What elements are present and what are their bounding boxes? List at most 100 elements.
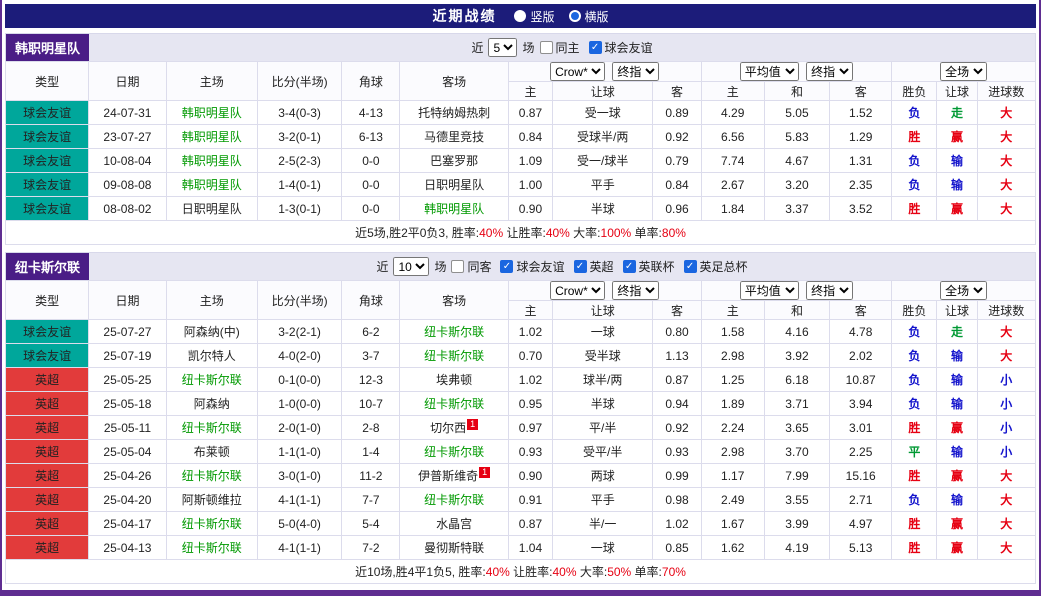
summary-segment: 近10场,胜4平1负5, 胜率: [355,565,486,579]
handicap-odds-away: 0.89 [653,101,701,125]
avg-odds-home: 6.56 [701,125,764,149]
match-score: 1-4(0-1) [257,173,341,197]
home-team[interactable]: 阿森纳(中) [166,320,257,344]
col-header-date: 日期 [89,62,166,101]
section-header: 纽卡斯尔联 近 10 场 同客✓球会友谊✓英超✓英联杯✓英足总杯 [5,252,1036,280]
scope-select[interactable]: 全场 [940,62,987,81]
home-team[interactable]: 韩职明星队 [166,173,257,197]
corners: 7-7 [342,488,400,512]
home-team[interactable]: 纽卡斯尔联 [166,416,257,440]
odds-time-select[interactable]: 终指 [612,281,659,300]
filter-checkbox[interactable]: ✓英足总杯 [684,258,748,275]
filter-checkbox[interactable]: ✓球会友谊 [589,39,653,56]
odds-source-select[interactable]: Crow* [550,281,605,300]
away-team[interactable]: 巴塞罗那 [400,149,508,173]
away-team[interactable]: 水晶宫 [400,512,508,536]
handicap-odds-away: 0.84 [653,173,701,197]
handicap-line: 球半/两 [553,368,653,392]
handicap-line: 平手 [553,173,653,197]
summary-segment: 100% [601,226,632,240]
away-team[interactable]: 伊普斯维奇1 [400,464,508,488]
home-team[interactable]: 纽卡斯尔联 [166,536,257,560]
avg-odds-draw: 3.37 [764,197,829,221]
away-team[interactable]: 托特纳姆热刺 [400,101,508,125]
handicap-odds-home: 1.04 [508,536,552,560]
handicap-result-cell: 赢 [937,464,977,488]
checkbox-icon[interactable] [451,260,464,273]
summary-text: 近10场,胜4平1负5, 胜率:40% 让胜率:40% 大率:50% 单率:70… [6,560,1036,584]
home-team[interactable]: 布莱顿 [166,440,257,464]
away-team[interactable]: 切尔西1 [400,416,508,440]
handicap-odds-away: 0.96 [653,197,701,221]
handicap-line: 受球半/两 [553,125,653,149]
title-bar: 近期战绩 竖版 横版 [5,4,1036,28]
checkbox-icon[interactable]: ✓ [574,260,587,273]
handicap-odds-home: 1.09 [508,149,552,173]
handicap-result-cell: 走 [937,320,977,344]
result-cell: 胜 [892,416,937,440]
home-team[interactable]: 凯尔特人 [166,344,257,368]
match-type-badge: 英超 [6,464,89,488]
odds-source-select[interactable]: Crow* [550,62,605,81]
summary-segment: 70% [662,565,686,579]
home-team[interactable]: 纽卡斯尔联 [166,368,257,392]
home-team[interactable]: 韩职明星队 [166,149,257,173]
match-count-select[interactable]: 10 [393,257,429,276]
filter-checkbox[interactable]: ✓英超 [574,258,614,275]
goals-result-cell: 小 [977,392,1035,416]
checkbox-icon[interactable]: ✓ [684,260,697,273]
corners: 2-8 [342,416,400,440]
results-table: 类型 日期 主场 比分(半场) 角球 客场 Crow* 终指 平均值 终指 [5,61,1036,245]
home-team[interactable]: 纽卡斯尔联 [166,512,257,536]
radio-checked-icon[interactable] [569,10,581,22]
view-option-horizontal[interactable]: 横版 [569,8,609,25]
summary-segment: 大率: [570,226,601,240]
away-team[interactable]: 埃弗顿 [400,368,508,392]
goals-result-cell: 大 [977,512,1035,536]
radio-unchecked-icon[interactable] [514,10,526,22]
handicap-line: 一球 [553,536,653,560]
avg-odds-home: 1.58 [701,320,764,344]
checkbox-icon[interactable]: ✓ [500,260,513,273]
away-team[interactable]: 纽卡斯尔联 [400,440,508,464]
home-team[interactable]: 阿森纳 [166,392,257,416]
match-date: 25-07-19 [89,344,166,368]
away-team[interactable]: 纽卡斯尔联 [400,488,508,512]
col-header-odds-away: 客 [653,301,701,320]
away-team[interactable]: 日职明星队 [400,173,508,197]
match-count-select[interactable]: 5 [488,38,517,57]
checkbox-label: 英联杯 [639,258,675,275]
home-team[interactable]: 日职明星队 [166,197,257,221]
avg-source-select[interactable]: 平均值 [740,62,799,81]
filter-checkbox[interactable]: 同客 [451,258,491,275]
avg-odds-draw: 4.16 [764,320,829,344]
filter-checkbox[interactable]: 同主 [540,39,580,56]
match-date: 25-04-13 [89,536,166,560]
home-team[interactable]: 纽卡斯尔联 [166,464,257,488]
away-team[interactable]: 韩职明星队 [400,197,508,221]
avg-odds-away: 2.02 [830,344,892,368]
view-option-vertical[interactable]: 竖版 [514,8,554,25]
team-section: 纽卡斯尔联 近 10 场 同客✓球会友谊✓英超✓英联杯✓英足总杯 类型 日期 主… [5,252,1036,584]
avg-time-select[interactable]: 终指 [806,62,853,81]
avg-odds-away: 1.29 [830,125,892,149]
odds-time-select[interactable]: 终指 [612,62,659,81]
home-team[interactable]: 阿斯顿维拉 [166,488,257,512]
goals-result-cell: 大 [977,197,1035,221]
filter-checkbox[interactable]: ✓球会友谊 [500,258,564,275]
scope-select[interactable]: 全场 [940,281,987,300]
home-team[interactable]: 韩职明星队 [166,125,257,149]
away-team[interactable]: 纽卡斯尔联 [400,320,508,344]
checkbox-icon[interactable]: ✓ [589,41,602,54]
checkbox-icon[interactable]: ✓ [623,260,636,273]
match-date: 25-05-04 [89,440,166,464]
filter-checkbox[interactable]: ✓英联杯 [623,258,675,275]
away-team[interactable]: 纽卡斯尔联 [400,344,508,368]
avg-time-select[interactable]: 终指 [806,281,853,300]
avg-source-select[interactable]: 平均值 [740,281,799,300]
checkbox-icon[interactable] [540,41,553,54]
home-team[interactable]: 韩职明星队 [166,101,257,125]
away-team[interactable]: 纽卡斯尔联 [400,392,508,416]
away-team[interactable]: 马德里竞技 [400,125,508,149]
away-team[interactable]: 曼彻斯特联 [400,536,508,560]
